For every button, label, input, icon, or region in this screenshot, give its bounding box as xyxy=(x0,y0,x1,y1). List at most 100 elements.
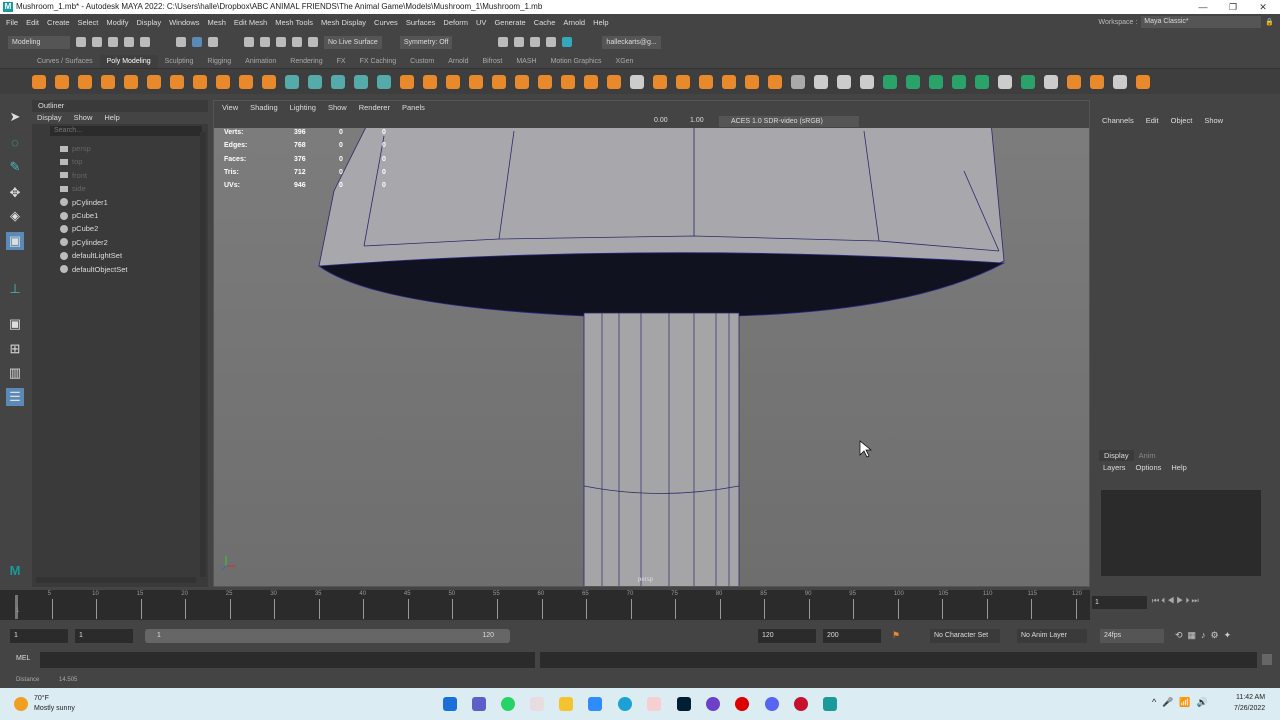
outliner-item-persp[interactable]: persp xyxy=(60,142,91,155)
shelf-tool-icon[interactable] xyxy=(78,75,92,89)
menu-mesh[interactable]: Mesh xyxy=(208,18,226,27)
auto-key-icon[interactable]: ⚑ xyxy=(892,630,900,641)
shelf-tab-rendering[interactable]: Rendering xyxy=(283,55,329,68)
shelf-tool-icon[interactable] xyxy=(423,75,437,89)
render-icon[interactable] xyxy=(498,37,509,47)
snap-grid-icon[interactable] xyxy=(244,37,254,47)
shelf-tab-mash[interactable]: MASH xyxy=(509,55,543,68)
move-tool-icon[interactable]: ✥ xyxy=(6,184,24,202)
channel-menu-object[interactable]: Object xyxy=(1171,116,1193,125)
paint-select-icon[interactable]: ✎ xyxy=(6,158,24,176)
shelf-tool-icon[interactable] xyxy=(354,75,368,89)
maximize-button[interactable]: ❐ xyxy=(1218,0,1248,14)
channel-menu-channels[interactable]: Channels xyxy=(1102,116,1134,125)
shelf-tool-icon[interactable] xyxy=(745,75,759,89)
outliner-search-input[interactable]: Search... xyxy=(50,126,202,136)
workspace-selector[interactable]: Workspace : Maya Classic* 🔒 xyxy=(1099,16,1274,28)
channel-menu-show[interactable]: Show xyxy=(1204,116,1223,125)
outliner-item-top[interactable]: top xyxy=(60,155,82,168)
open-scene-icon[interactable] xyxy=(92,37,102,47)
clock-time[interactable]: 11:42 AM xyxy=(1236,694,1265,701)
menu-deform[interactable]: Deform xyxy=(443,18,468,27)
color-space-dropdown[interactable]: ACES 1.0 SDR-video (sRGB) xyxy=(719,116,859,127)
save-scene-icon[interactable] xyxy=(108,37,118,47)
mode-dropdown[interactable]: Modeling xyxy=(8,35,70,49)
layout-four-icon[interactable]: ⊞ xyxy=(6,340,24,358)
outliner-item-pCylinder2[interactable]: pCylinder2 xyxy=(60,236,108,249)
shelf-tool-icon[interactable] xyxy=(561,75,575,89)
viewport-menu-renderer[interactable]: Renderer xyxy=(359,101,390,115)
menu-edit-mesh[interactable]: Edit Mesh xyxy=(234,18,267,27)
shelf-tool-icon[interactable] xyxy=(929,75,943,89)
shelf-tool-icon[interactable] xyxy=(1136,75,1150,89)
shelf-tab-fx-caching[interactable]: FX Caching xyxy=(353,55,404,68)
shelf-tool-icon[interactable] xyxy=(975,75,989,89)
shelf-tab-rigging[interactable]: Rigging xyxy=(200,55,238,68)
record-icon[interactable] xyxy=(735,697,749,711)
shelf-tool-icon[interactable] xyxy=(814,75,828,89)
shelf-tab-poly-modeling[interactable]: Poly Modeling xyxy=(99,55,158,68)
shelf-tool-icon[interactable] xyxy=(860,75,874,89)
menu-mesh-display[interactable]: Mesh Display xyxy=(321,18,366,27)
file-explorer-icon[interactable] xyxy=(559,697,573,711)
viewport-menu-show[interactable]: Show xyxy=(328,101,347,115)
arnold-render-icon[interactable] xyxy=(562,37,573,47)
playback-controls[interactable]: ⏮⏴◀▶⏵⏭ xyxy=(1152,596,1201,606)
soft-select-icon[interactable]: ⊥ xyxy=(6,280,24,298)
shelf-tool-icon[interactable] xyxy=(101,75,115,89)
current-frame-marker[interactable] xyxy=(15,595,18,619)
viewport-menu-panels[interactable]: Panels xyxy=(402,101,425,115)
viewport-menu-shading[interactable]: Shading xyxy=(250,101,278,115)
shelf-tool-icon[interactable] xyxy=(170,75,184,89)
snipping-tool-icon[interactable] xyxy=(530,697,544,711)
script-editor-icon[interactable] xyxy=(1262,654,1272,665)
viewport-menu-view[interactable]: View xyxy=(222,101,238,115)
shelf-tab-curves-surfaces[interactable]: Curves / Surfaces xyxy=(30,55,100,68)
account-dropdown[interactable]: halleckarts@g... xyxy=(602,35,661,49)
snap-view-icon[interactable] xyxy=(292,37,302,47)
weather-icon[interactable] xyxy=(14,697,28,711)
shelf-tool-icon[interactable] xyxy=(538,75,552,89)
shelf-tool-icon[interactable] xyxy=(147,75,161,89)
menu-cache[interactable]: Cache xyxy=(534,18,556,27)
range-slider[interactable]: 1 120 xyxy=(145,629,510,643)
snap-curve-icon[interactable] xyxy=(260,37,270,47)
shelf-tool-icon[interactable] xyxy=(1067,75,1081,89)
shelf-tab-arnold[interactable]: Arnold xyxy=(441,55,475,68)
time-slider[interactable]: 5 10 15 20 25 30 35 40 45 50 55 60 65 70 75 80 85 90 95 100… xyxy=(0,590,1090,620)
snap-surface-icon[interactable] xyxy=(308,37,318,47)
layout-two-icon[interactable]: ▥ xyxy=(6,364,24,382)
menu-mesh-tools[interactable]: Mesh Tools xyxy=(275,18,313,27)
menu-file[interactable]: File xyxy=(6,18,18,27)
shelf-tab-fx[interactable]: FX xyxy=(330,55,353,68)
start-time-field[interactable]: 1 xyxy=(10,629,68,643)
shelf-tool-icon[interactable] xyxy=(676,75,690,89)
redo-icon[interactable] xyxy=(140,37,150,47)
shelf-tab-custom[interactable]: Custom xyxy=(403,55,441,68)
layer-list[interactable] xyxy=(1101,490,1261,576)
menu-surfaces[interactable]: Surfaces xyxy=(406,18,436,27)
whatsapp-icon[interactable] xyxy=(501,697,515,711)
shelf-tool-icon[interactable] xyxy=(630,75,644,89)
select-object-icon[interactable] xyxy=(192,37,202,47)
layer-menu-layers[interactable]: Layers xyxy=(1103,463,1126,472)
shelf-tool-icon[interactable] xyxy=(55,75,69,89)
lock-icon[interactable]: 🔒 xyxy=(1265,18,1274,26)
select-component-icon[interactable] xyxy=(208,37,218,47)
outliner-item-pCube2[interactable]: pCube2 xyxy=(60,222,98,235)
shelf-tool-icon[interactable] xyxy=(906,75,920,89)
shelf-tool-icon[interactable] xyxy=(492,75,506,89)
outliner-item-defaultObjectSet[interactable]: defaultObjectSet xyxy=(60,263,127,276)
current-frame-field[interactable]: 1 xyxy=(1092,596,1147,609)
character-set-dropdown[interactable]: No Character Set xyxy=(930,629,1000,643)
hypershade-icon[interactable] xyxy=(546,37,557,47)
workspace-dropdown[interactable]: Maya Classic* xyxy=(1141,16,1262,28)
layout-outliner-icon[interactable]: ☰ xyxy=(6,388,24,406)
menu-display[interactable]: Display xyxy=(137,18,162,27)
outliner-scrollbar[interactable] xyxy=(200,132,206,577)
shelf-tool-icon[interactable] xyxy=(584,75,598,89)
shelf-tool-icon[interactable] xyxy=(722,75,736,89)
shelf-tab-motion-graphics[interactable]: Motion Graphics xyxy=(544,55,609,68)
ipr-render-icon[interactable] xyxy=(514,37,525,47)
layout-single-icon[interactable]: ▣ xyxy=(6,315,24,333)
